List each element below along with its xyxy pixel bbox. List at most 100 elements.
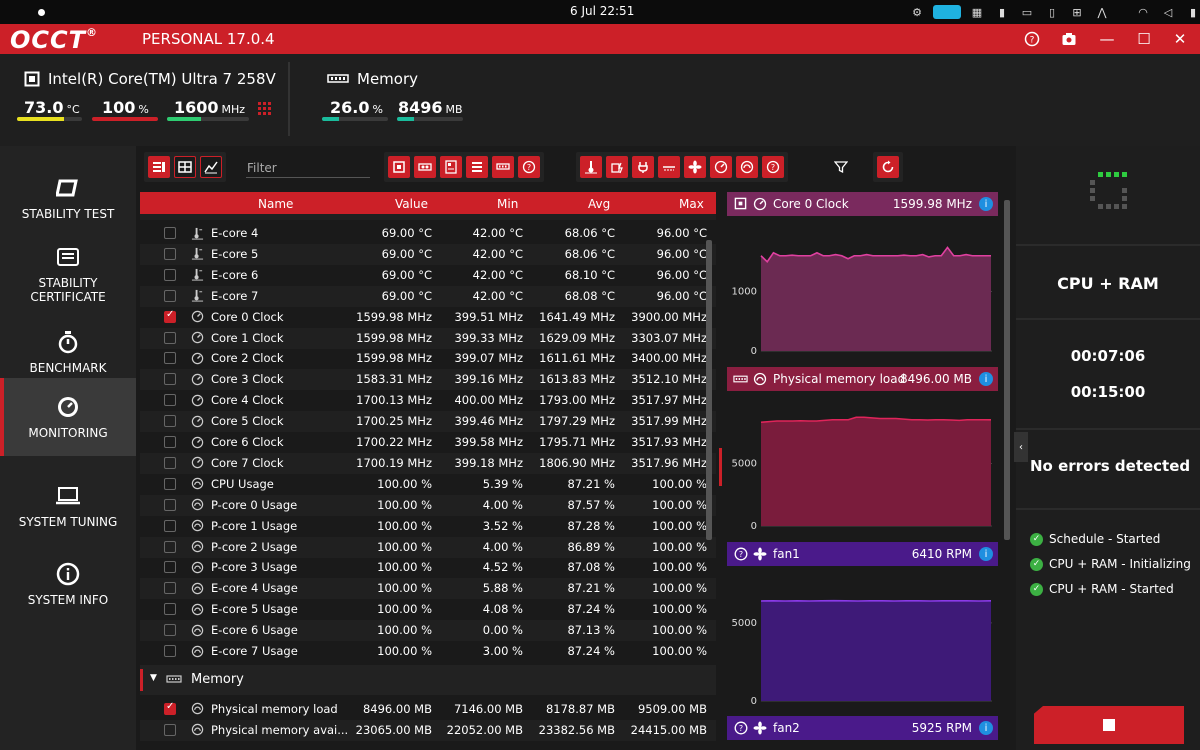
row-checkbox[interactable]: [164, 268, 176, 281]
battery-icon[interactable]: ▮: [993, 5, 1011, 19]
network-icon[interactable]: ⊞: [1068, 5, 1086, 19]
table-row[interactable]: Physical memory avai... 23065.00 MB 22052.…: [140, 719, 716, 741]
row-checkbox[interactable]: [164, 519, 176, 532]
table-row[interactable]: Core 1 Clock 1599.98 MHz 399.33 MHz 1629.09…: [140, 327, 716, 349]
table-row[interactable]: CPU Usage 100.00 % 5.39 % 87.21 % 100.00 %: [140, 474, 716, 495]
graph-icon[interactable]: ⋀: [1093, 5, 1111, 19]
table-row[interactable]: P-core 1 Usage 100.00 % 3.52 % 87.28 % 100.0…: [140, 516, 716, 537]
table-row[interactable]: P-core 3 Usage 100.00 % 4.52 % 87.08 % 100.0…: [140, 557, 716, 578]
row-checkbox[interactable]: [164, 624, 176, 637]
info-icon[interactable]: i: [979, 197, 993, 211]
maximize-button[interactable]: ☐: [1132, 27, 1156, 51]
row-checkbox[interactable]: [164, 394, 176, 407]
funnel-filter-button[interactable]: [830, 156, 852, 178]
table-scrollbar[interactable]: [706, 240, 712, 540]
table-row[interactable]: E-core 5 69.00 °C 42.00 °C 68.06 °C 96.00 °C: [140, 243, 716, 265]
current-filter-button[interactable]: [658, 156, 680, 178]
sidebar-item-system-tuning[interactable]: SYSTEM TUNING: [0, 468, 136, 544]
clock-filter-button[interactable]: [710, 156, 732, 178]
info-icon[interactable]: i: [979, 721, 993, 735]
motherboard-filter-button[interactable]: [440, 156, 462, 178]
row-checkbox[interactable]: [164, 352, 176, 365]
col-max[interactable]: Max: [679, 197, 704, 211]
wifi-icon[interactable]: ◠: [1134, 5, 1152, 19]
volume-icon[interactable]: ◁: [1159, 5, 1177, 19]
table-row[interactable]: Core 0 Clock 1599.98 MHz 399.51 MHz 1641.49…: [140, 307, 716, 328]
col-value[interactable]: Value: [395, 197, 428, 211]
memory-filter-button[interactable]: [492, 156, 514, 178]
usage-filter-button[interactable]: [736, 156, 758, 178]
row-checkbox[interactable]: [164, 247, 176, 260]
memory-tray-icon[interactable]: ▦: [968, 5, 986, 19]
chart-scrollbar[interactable]: [1004, 200, 1010, 540]
table-row[interactable]: P-core 0 Usage 100.00 % 4.00 % 87.57 % 100.0…: [140, 494, 716, 516]
table-row[interactable]: Core 5 Clock 1700.25 MHz 399.46 MHz 1797.29…: [140, 411, 716, 433]
row-checkbox[interactable]: [164, 227, 176, 239]
table-row[interactable]: Physical memory load 8496.00 MB 7146.00 MB…: [140, 699, 716, 720]
row-checkbox[interactable]: [164, 645, 176, 657]
row-checkbox[interactable]: [164, 289, 176, 302]
row-checkbox[interactable]: [164, 436, 176, 448]
row-checkbox[interactable]: [164, 498, 176, 511]
table-row[interactable]: Core 6 Clock 1700.22 MHz 399.58 MHz 1795.71…: [140, 432, 716, 453]
col-min[interactable]: Min: [497, 197, 518, 211]
row-checkbox[interactable]: [164, 540, 176, 553]
row-checkbox[interactable]: [164, 456, 176, 469]
fan-filter-button[interactable]: [684, 156, 706, 178]
unknown-filter-button[interactable]: ?: [762, 156, 784, 178]
drive-icon[interactable]: ▭: [1018, 5, 1036, 19]
table-row[interactable]: E-core 4 69.00 °C 42.00 °C 68.06 °C 96.00 °C: [140, 223, 716, 244]
table-row[interactable]: P-core 2 Usage 100.00 % 4.00 % 86.89 % 100.0…: [140, 536, 716, 558]
sensor-chart[interactable]: Core 0 Clock 1599.98 MHz i 0 1000: [727, 192, 998, 357]
table-row[interactable]: Core 7 Clock 1700.19 MHz 399.18 MHz 1806.90…: [140, 452, 716, 474]
table-row[interactable]: E-core 7 Usage 100.00 % 3.00 % 87.24 % 100.0…: [140, 641, 716, 662]
battery-status-icon[interactable]: ▮: [1184, 5, 1200, 19]
row-checkbox[interactable]: [164, 309, 176, 323]
col-name[interactable]: Name: [258, 197, 293, 211]
row-checkbox[interactable]: [164, 701, 176, 715]
sensor-chart[interactable]: ? fan1 6410 RPM i 0 5000: [727, 542, 998, 707]
sensor-chart[interactable]: Physical memory load 8496.00 MB i 0 5000: [727, 367, 998, 532]
temperature-filter-button[interactable]: [580, 156, 602, 178]
row-checkbox[interactable]: [164, 582, 176, 595]
other-filter-button[interactable]: ?: [518, 156, 540, 178]
gpu-filter-button[interactable]: [414, 156, 436, 178]
sidebar-item-stability-test[interactable]: STABILITY TEST: [0, 160, 136, 236]
graph-view-button[interactable]: [200, 156, 222, 178]
table-row[interactable]: Core 2 Clock 1599.98 MHz 399.07 MHz 1611.61…: [140, 348, 716, 369]
cpu-filter-button[interactable]: [388, 156, 410, 178]
table-row[interactable]: Core 3 Clock 1583.31 MHz 399.16 MHz 1613.83…: [140, 369, 716, 391]
row-checkbox[interactable]: [164, 373, 176, 386]
reset-button[interactable]: [877, 156, 899, 178]
row-checkbox[interactable]: [164, 477, 176, 490]
list-view-button[interactable]: [148, 156, 170, 178]
row-checkbox[interactable]: [164, 415, 176, 428]
row-checkbox[interactable]: [164, 331, 176, 344]
row-checkbox[interactable]: [164, 603, 176, 616]
voltage-filter-button[interactable]: [606, 156, 628, 178]
sidebar-item-system-info[interactable]: SYSTEM INFO: [0, 546, 136, 622]
table-row[interactable]: E-core 5 Usage 100.00 % 4.08 % 87.24 % 100.0…: [140, 599, 716, 620]
help-icon[interactable]: ?: [1020, 27, 1044, 51]
stop-test-button[interactable]: [1034, 706, 1184, 744]
info-icon[interactable]: i: [979, 547, 993, 561]
table-row[interactable]: E-core 7 69.00 °C 42.00 °C 68.08 °C 96.00 °C: [140, 285, 716, 307]
sensor-chart[interactable]: ? fan2 5925 RPM i: [727, 716, 998, 750]
table-row[interactable]: E-core 6 Usage 100.00 % 0.00 % 87.13 % 100.0…: [140, 620, 716, 642]
table-row[interactable]: E-core 6 69.00 °C 42.00 °C 68.10 °C 96.00 °C: [140, 265, 716, 286]
row-checkbox[interactable]: [164, 561, 176, 574]
cpu-grid-icon[interactable]: [258, 102, 272, 116]
screenshot-icon[interactable]: [1057, 27, 1081, 51]
close-button[interactable]: ✕: [1168, 27, 1192, 51]
collapse-panel-button[interactable]: ‹: [1014, 432, 1028, 462]
group-header-memory[interactable]: ▼ Memory: [140, 664, 716, 695]
info-icon[interactable]: i: [979, 372, 993, 386]
camera-indicator-icon[interactable]: [933, 5, 961, 19]
chevron-down-icon[interactable]: ▼: [150, 673, 157, 683]
storage-filter-button[interactable]: [466, 156, 488, 178]
table-row[interactable]: E-core 4 Usage 100.00 % 5.88 % 87.21 % 100.0…: [140, 578, 716, 600]
power-filter-button[interactable]: [632, 156, 654, 178]
sidebar-item-monitoring[interactable]: MONITORING: [0, 378, 136, 456]
table-row[interactable]: Core 4 Clock 1700.13 MHz 400.00 MHz 1793.00…: [140, 390, 716, 411]
filter-input[interactable]: [246, 158, 370, 178]
